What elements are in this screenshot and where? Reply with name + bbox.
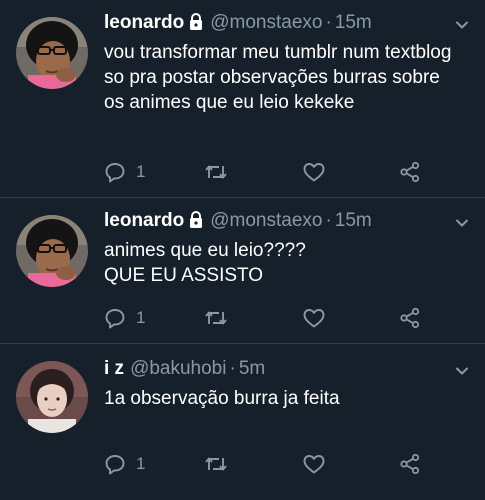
share-button[interactable] <box>399 451 421 477</box>
reply-button[interactable]: 1 <box>104 305 145 331</box>
heart-icon <box>302 453 326 475</box>
chevron-down-icon[interactable] <box>455 364 469 378</box>
tweet-text: vou transformar meu tumblr num textblog … <box>104 42 452 113</box>
chevron-down-icon[interactable] <box>455 216 469 230</box>
avatar[interactable] <box>16 361 88 433</box>
username[interactable]: @monstaexo <box>210 12 322 33</box>
reply-count: 1 <box>136 308 146 327</box>
retweet-button[interactable] <box>204 451 228 477</box>
share-button[interactable] <box>399 305 421 331</box>
tweet-text: 1a observação burra ja feita <box>104 388 340 409</box>
retweet-button[interactable] <box>204 159 228 185</box>
separator: · <box>325 12 332 33</box>
tweet-header: i z @bakuhobi · 5m <box>104 357 455 381</box>
retweet-icon <box>204 453 228 475</box>
lock-icon <box>188 211 204 233</box>
like-button[interactable] <box>302 451 326 477</box>
timestamp[interactable]: 15m <box>335 12 372 33</box>
reply-icon <box>104 453 126 475</box>
avatar-iz-image <box>16 361 88 433</box>
avatar[interactable] <box>16 17 88 89</box>
tweet-actions: 1 <box>104 451 434 477</box>
tweet[interactable]: i z @bakuhobi · 5m 1a observação burra ja f… <box>0 344 485 500</box>
chevron-down-icon[interactable] <box>455 18 469 32</box>
separator: · <box>325 210 332 231</box>
reply-icon <box>104 161 126 183</box>
heart-icon <box>302 307 326 329</box>
share-button[interactable] <box>399 159 421 185</box>
reply-count: 1 <box>136 162 146 181</box>
tweet-actions: 1 <box>104 305 434 331</box>
separator: · <box>229 358 236 379</box>
tweet[interactable]: leonardo @monstaexo · 15m vou transformar m… <box>0 0 485 198</box>
username[interactable]: @monstaexo <box>210 210 322 231</box>
timestamp[interactable]: 15m <box>335 210 372 231</box>
reply-button[interactable]: 1 <box>104 159 145 185</box>
avatar-leonardo-image <box>16 17 88 89</box>
tweet-text-line: QUE EU ASSISTO <box>104 265 264 286</box>
tweet-actions: 1 <box>104 159 434 185</box>
username[interactable]: @bakuhobi <box>130 358 226 379</box>
reply-icon <box>104 307 126 329</box>
display-name[interactable]: leonardo <box>104 12 184 33</box>
display-name[interactable]: leonardo <box>104 210 184 231</box>
tweet-header: leonardo @monstaexo · 15m <box>104 209 455 233</box>
retweet-icon <box>204 161 228 183</box>
retweet-button[interactable] <box>204 305 228 331</box>
avatar[interactable] <box>16 215 88 287</box>
reply-button[interactable]: 1 <box>104 451 145 477</box>
tweet[interactable]: leonardo @monstaexo · 15m animes que eu lei… <box>0 198 485 344</box>
share-icon <box>399 307 421 329</box>
lock-icon <box>188 13 204 35</box>
tweet-text: animes que eu leio???? QUE EU ASSISTO <box>104 238 465 288</box>
avatar-leonardo-image <box>16 215 88 287</box>
tweet-header: leonardo @monstaexo · 15m <box>104 11 455 35</box>
heart-icon <box>302 161 326 183</box>
like-button[interactable] <box>302 159 326 185</box>
like-button[interactable] <box>302 305 326 331</box>
reply-count: 1 <box>136 454 146 473</box>
share-icon <box>399 453 421 475</box>
display-name[interactable]: i z <box>104 358 124 379</box>
share-icon <box>399 161 421 183</box>
tweet-text-line: animes que eu leio???? <box>104 240 306 261</box>
retweet-icon <box>204 307 228 329</box>
timestamp[interactable]: 5m <box>239 358 265 379</box>
